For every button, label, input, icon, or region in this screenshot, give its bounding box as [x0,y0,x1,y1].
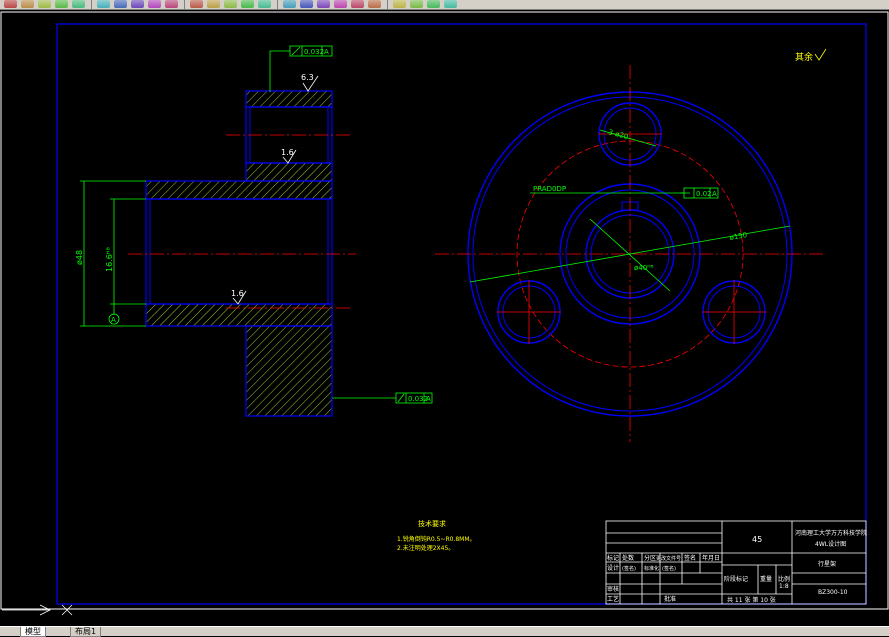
designer-sign: (签名) [622,565,636,572]
sheet-info: 共 11 张 第 10 张 [727,596,776,604]
toolbar-separator [277,0,278,9]
tab-layout-1[interactable]: 布局1 [70,627,102,637]
print-icon[interactable] [55,0,68,8]
stage-label-1: 重量 [760,575,772,583]
layer-manager-icon[interactable] [393,0,406,8]
standard-sign: (签名) [662,565,676,572]
review-label: 审核 [607,585,619,593]
tolerance-pos-datum: A [712,190,717,198]
header-col-3: 更改文件号 [656,555,681,562]
dim-diameter-150: ø150 [729,231,748,242]
dim-diameter-48: ø48 [75,250,84,265]
markup-icon[interactable] [334,0,347,8]
header-col-5: 年月日 [702,554,720,562]
tech-line-1: 1.锐角倒钝R0.5~R0.8MM。 [397,535,476,543]
tech-title: 技术要求 [418,519,446,528]
school-name: 河南理工大学万方科技学院 [795,529,867,537]
section-view[interactable] [128,90,356,417]
stage-label-0: 阶段标记 [724,575,748,583]
layer-freeze-icon[interactable] [444,0,457,8]
tool-palettes-icon[interactable] [317,0,330,8]
dim-diameter-16: 16.6ᴴ⁸ [105,247,114,272]
undo-icon[interactable] [165,0,178,8]
tab-model[interactable]: 模型 [20,627,46,637]
properties-icon[interactable] [283,0,296,8]
process-label: 工艺 [607,595,619,603]
ucs-icon [2,604,73,616]
tolerance-pos-value: 0.02 [696,190,712,198]
save-icon[interactable] [38,0,51,8]
tech-line-2: 2.未注明处理2X45。 [397,544,454,552]
tech-requirements: 技术要求 1.锐角倒钝R0.5~R0.8MM。 2.未注明处理2X45。 [397,519,476,552]
standard-label: 标准化 [644,565,659,572]
layer-state-icon[interactable] [410,0,423,8]
dim-pcd: PRAD0DP [533,185,566,193]
calculator-icon[interactable] [351,0,364,8]
tolerance-top-datum: A [324,48,329,56]
drawing-number: BZ300-10 [818,589,848,596]
redo-icon[interactable] [190,0,203,8]
roughness-63-label: 6.3 [301,73,314,82]
material-label: 45 [752,535,762,544]
new-file-icon[interactable] [4,0,17,8]
cut-icon[interactable] [97,0,110,8]
part-name: 行星架 [818,560,836,568]
roughness-16b-label: 1.6 [231,289,244,298]
header-col-2: 分区 [644,554,656,562]
header-col-0: 标记 [607,554,619,562]
scale-value: 1:8 [779,583,789,590]
roughness-16a-label: 1.6 [281,148,294,157]
roughness-note: 其余 [795,48,827,63]
print-preview-icon[interactable] [72,0,85,8]
zoom-realtime-icon[interactable] [224,0,237,8]
datum-a-label: A [111,316,116,324]
layer-on-icon[interactable] [427,0,440,8]
paste-icon[interactable] [131,0,144,8]
stage-label-2: 比例 [778,575,790,583]
copy-icon[interactable] [114,0,127,8]
approve-label: 批准 [664,595,676,603]
dim-diameter-40: ø40ᴴ⁸ [634,264,654,272]
toolbar-separator [387,0,388,9]
design-title: 4WL设计图 [815,540,846,548]
dimension-text-right: 3-ø20 PRAD0DP 0.02 A ø150 ø40ᴴ⁸ [533,128,748,272]
match-properties-icon[interactable] [148,0,161,8]
zoom-window-icon[interactable] [241,0,254,8]
design-center-icon[interactable] [300,0,313,8]
drawing-canvas[interactable]: ø48 16.6ᴴ⁸ A 0.032 A 0.032 A 6.3 1.6 1.6 [0,10,889,626]
title-block-text: 45 河南理工大学万方科技学院 4WL设计图 行星架 BZ300-10 1:8 … [607,529,867,604]
front-view[interactable] [435,65,825,442]
open-folder-icon[interactable] [21,0,34,8]
pan-icon[interactable] [207,0,220,8]
tolerance-bottom-datum: A [426,395,431,403]
zoom-previous-icon[interactable] [258,0,271,8]
dim-holes: 3-ø20 [607,128,629,141]
tolerance-top-value: 0.032 [304,48,324,56]
standard-toolbar [0,0,889,10]
header-col-4: 签名 [684,554,696,562]
roughness-note-text: 其余 [795,51,813,63]
help-icon[interactable] [368,0,381,8]
toolbar-separator [91,0,92,9]
toolbar-separator [184,0,185,9]
designer-label: 设计 [607,564,619,572]
header-col-1: 处数 [622,554,634,562]
